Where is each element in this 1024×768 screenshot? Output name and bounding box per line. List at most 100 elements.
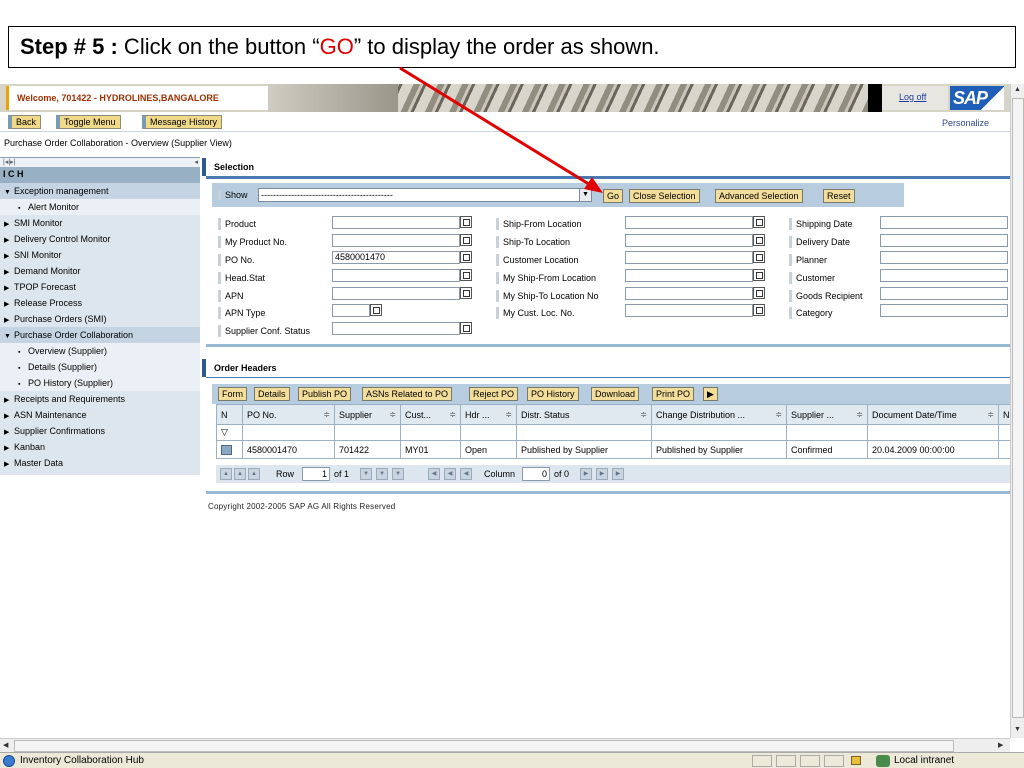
scroll-down-icon[interactable]: ▼ (1014, 726, 1021, 733)
nav-item-kanban[interactable]: ▶ Kanban (0, 439, 200, 455)
value-help-icon[interactable] (460, 216, 472, 228)
last-column-icon[interactable]: ▶ (612, 468, 624, 480)
first-row-icon[interactable]: ▲ (220, 468, 232, 480)
sort-icon[interactable]: ≑ (856, 410, 863, 419)
cell-change-distribution[interactable]: Published by Supplier (651, 440, 787, 459)
publish-po-button[interactable]: Publish PO (298, 387, 352, 401)
nav-item-demand-monitor[interactable]: ▶ Demand Monitor (0, 263, 200, 279)
filter-icon[interactable]: ▽ (216, 424, 243, 441)
nav-item-exception-management[interactable]: ▼ Exception management (0, 183, 200, 199)
column-header[interactable]: PO No. ≑ (242, 404, 335, 425)
sort-icon[interactable]: ≑ (775, 410, 782, 419)
column-header[interactable]: Supplier ≑ (334, 404, 401, 425)
cell-supplier-status[interactable]: Confirmed (786, 440, 868, 459)
delivery-date-input[interactable] (880, 234, 1008, 247)
nav-item-po-history-supplier[interactable]: ▪ PO History (Supplier) (0, 375, 200, 391)
asns-related-to-po-button[interactable]: ASNs Related to PO (362, 387, 453, 401)
download-button[interactable]: Download (591, 387, 640, 401)
page-left-icon[interactable]: ◀ (444, 468, 456, 480)
column-right-icon[interactable]: ▶ (580, 468, 592, 480)
nav-item-purchase-order-collaboration[interactable]: ▼ Purchase Order Collaboration (0, 327, 200, 343)
column-header[interactable]: Distr. Status ≑ (516, 404, 652, 425)
vertical-scroll-thumb[interactable] (1012, 98, 1024, 718)
first-column-icon[interactable]: ◀ (428, 468, 440, 480)
filter-cell[interactable] (242, 424, 335, 441)
apn-input[interactable] (332, 287, 460, 300)
more-buttons-icon[interactable]: ▶ (703, 387, 718, 401)
nav-item-asn-maintenance[interactable]: ▶ ASN Maintenance (0, 407, 200, 423)
nav-item-alert-monitor[interactable]: ▪ Alert Monitor (0, 199, 200, 215)
nav-item-smi-monitor[interactable]: ▶ SMI Monitor (0, 215, 200, 231)
value-help-icon[interactable] (460, 251, 472, 263)
chevron-down-icon[interactable]: ▼ (579, 189, 591, 201)
value-help-icon[interactable] (753, 216, 765, 228)
sort-icon[interactable]: ≑ (389, 410, 396, 419)
filter-cell[interactable] (460, 424, 517, 441)
row-select-icon[interactable] (221, 444, 232, 455)
personalize-link[interactable]: Personalize (942, 118, 989, 128)
sort-icon[interactable]: ≑ (987, 410, 994, 419)
go-button[interactable]: Go (603, 189, 624, 203)
cell-supplier[interactable]: 701422 (334, 440, 401, 459)
nav-item-tpop-forecast[interactable]: ▶ TPOP Forecast (0, 279, 200, 295)
sort-icon[interactable]: ≑ (323, 410, 330, 419)
my-ship-to-location-input[interactable] (625, 287, 753, 300)
horizontal-scroll-thumb[interactable] (14, 740, 954, 752)
cell-distr-status[interactable]: Published by Supplier (516, 440, 652, 459)
column-header[interactable]: Change Distribution ... ≑ (651, 404, 787, 425)
logoff-link[interactable]: Log off (899, 92, 926, 102)
nav-control-icons[interactable]: |◂|▸| (3, 159, 15, 166)
row-selector[interactable] (216, 440, 243, 459)
close-selection-button[interactable]: Close Selection (629, 189, 700, 203)
column-header[interactable]: Document Date/Time ≑ (867, 404, 999, 425)
form-button[interactable]: Form (218, 387, 247, 401)
row-down-icon[interactable]: ▼ (360, 468, 372, 480)
nav-item-release-process[interactable]: ▶ Release Process (0, 295, 200, 311)
customer-location-input[interactable] (625, 251, 753, 264)
po-no-input[interactable]: 4580001470 (332, 251, 460, 264)
filter-cell[interactable] (867, 424, 999, 441)
filter-cell[interactable] (334, 424, 401, 441)
reset-button[interactable]: Reset (823, 189, 855, 203)
value-help-icon[interactable] (753, 234, 765, 246)
value-help-icon[interactable] (460, 322, 472, 334)
page-down-icon[interactable]: ▼ (376, 468, 388, 480)
category-input[interactable] (880, 304, 1008, 317)
nav-item-purchase-orders-smi[interactable]: ▶ Purchase Orders (SMI) (0, 311, 200, 327)
nav-item-receipts-requirements[interactable]: ▶ Receipts and Requirements (0, 391, 200, 407)
column-header[interactable]: Hdr ... ≑ (460, 404, 517, 425)
message-history-button[interactable]: Message History (142, 115, 223, 129)
advanced-selection-button[interactable]: Advanced Selection (715, 189, 803, 203)
page-right-icon[interactable]: ▶ (596, 468, 608, 480)
scroll-right-icon[interactable]: ▶ (998, 741, 1003, 749)
cell-customer[interactable]: MY01 (400, 440, 461, 459)
value-help-icon[interactable] (370, 304, 382, 316)
my-product-no-input[interactable] (332, 234, 460, 247)
cell-document-date[interactable]: 20.04.2009 00:00:00 (867, 440, 999, 459)
vertical-scrollbar[interactable]: ▲ ▼ (1010, 84, 1024, 738)
value-help-icon[interactable] (460, 269, 472, 281)
shipping-date-input[interactable] (880, 216, 1008, 229)
back-button[interactable]: Back (8, 115, 42, 129)
nav-item-overview-supplier[interactable]: ▪ Overview (Supplier) (0, 343, 200, 359)
apn-type-input[interactable] (332, 304, 370, 317)
value-help-icon[interactable] (460, 287, 472, 299)
row-up-icon[interactable]: ▲ (248, 468, 260, 480)
last-row-icon[interactable]: ▼ (392, 468, 404, 480)
goods-recipient-input[interactable] (880, 287, 1008, 300)
customer-input[interactable] (880, 269, 1008, 282)
ship-from-location-input[interactable] (625, 216, 753, 229)
value-help-icon[interactable] (753, 304, 765, 316)
ship-to-location-input[interactable] (625, 234, 753, 247)
print-po-button[interactable]: Print PO (652, 387, 695, 401)
column-left-icon[interactable]: ◀ (460, 468, 472, 480)
nav-item-master-data[interactable]: ▶ Master Data (0, 455, 200, 471)
head-stat-input[interactable] (332, 269, 460, 282)
filter-cell[interactable] (651, 424, 787, 441)
toggle-menu-button[interactable]: Toggle Menu (56, 115, 121, 129)
po-history-button[interactable]: PO History (527, 387, 579, 401)
filter-cell[interactable] (516, 424, 652, 441)
my-cust-loc-no-input[interactable] (625, 304, 753, 317)
scroll-up-icon[interactable]: ▲ (1014, 86, 1021, 93)
value-help-icon[interactable] (753, 269, 765, 281)
